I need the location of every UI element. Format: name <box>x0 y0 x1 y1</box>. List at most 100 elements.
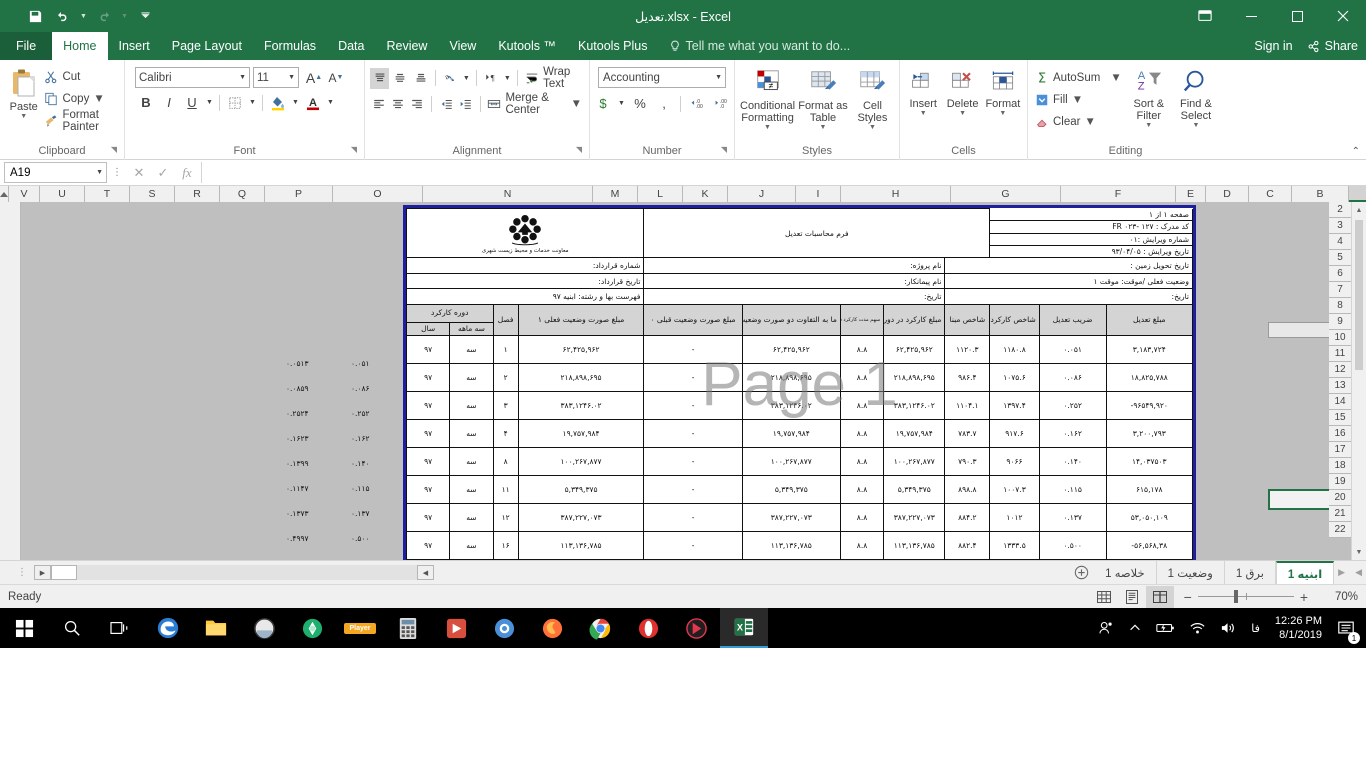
fill-dropdown-icon[interactable]: ▼ <box>1072 94 1083 106</box>
hscroll-right-arrow-icon[interactable]: ▶ <box>34 565 51 580</box>
row-header-16[interactable]: 16 <box>1329 426 1351 442</box>
zoom-percentage[interactable]: 70% <box>1318 591 1358 603</box>
column-header-o[interactable]: O <box>333 186 423 202</box>
autosum-dropdown-icon[interactable]: ▼ <box>1110 72 1121 84</box>
align-right-button[interactable] <box>408 94 426 115</box>
notifications-icon[interactable]: 1 <box>1330 608 1362 648</box>
row-header-4[interactable]: 4 <box>1329 234 1351 250</box>
alignment-dialog-launcher-icon[interactable]: ◥ <box>576 141 582 158</box>
increase-font-size-button[interactable]: A ▲ <box>303 67 325 88</box>
column-header-d[interactable]: D <box>1206 186 1249 202</box>
row-header-3[interactable]: 3 <box>1329 218 1351 234</box>
column-header-f[interactable]: F <box>1061 186 1176 202</box>
hscroll-left-arrow-icon[interactable]: ◀ <box>417 565 434 580</box>
number-format-dropdown-icon[interactable]: ▼ <box>715 74 722 81</box>
chrome-icon[interactable] <box>576 608 624 648</box>
app11-icon[interactable] <box>480 608 528 648</box>
text-direction-dropdown-icon[interactable]: ▼ <box>502 68 512 89</box>
tab-kutools-plus[interactable]: Kutools Plus <box>567 32 658 60</box>
align-bottom-button[interactable] <box>411 68 430 89</box>
sheet-nav-next-icon[interactable]: ▶ <box>1338 567 1345 578</box>
bold-button[interactable]: B <box>135 92 157 113</box>
row-header-2[interactable]: 2 <box>1329 202 1351 218</box>
row-header-17[interactable]: 17 <box>1329 442 1351 458</box>
tab-home[interactable]: Home <box>52 32 108 60</box>
column-header-k[interactable]: K <box>683 186 728 202</box>
show-hidden-icons-icon[interactable] <box>1121 608 1149 648</box>
tab-view[interactable]: View <box>438 32 487 60</box>
row-header-19[interactable]: 19 <box>1329 474 1351 490</box>
font-dialog-launcher-icon[interactable]: ◥ <box>351 141 357 158</box>
column-header-v[interactable]: V <box>9 186 40 202</box>
formula-input[interactable] <box>201 162 1366 183</box>
fill-color-button[interactable] <box>267 92 289 113</box>
row-header-20[interactable]: 20 <box>1329 490 1351 506</box>
table-row[interactable]: ۶۱۵,۱۷۸ ۰.۱۱۵ ۱۰۰۷.۳ ۸۹۸.۸ ۵,۳۴۹,۳۷۵ ۸.۸ ۵,۳۴۹… <box>405 475 1194 505</box>
language-indicator[interactable]: فا <box>1244 608 1267 648</box>
table-row[interactable]: ۵۶,۵۶۸,۳۸- ۰.۵۰۰ ۱۳۳۳.۵ ۸۸۲.۴ ۱۱۳,۱۳۶,۷۸۵ ۸.۸… <box>405 530 1194 560</box>
decrease-font-size-button[interactable]: A ▼ <box>325 67 347 88</box>
confirm-edit-icon[interactable]: ✓ <box>151 162 175 183</box>
table-row[interactable]: ۳,۱۸۳,۷۲۴ ۰.۰۵۱ ۱۱۸۰.۸ ۱۱۲۰.۳ ۶۲,۴۲۵,۹۶۲ ۸.۸ ۶… <box>405 335 1194 365</box>
sign-in-button[interactable]: Sign in <box>1254 39 1292 53</box>
merge-center-button[interactable]: Merge & Center ▼ <box>485 92 584 116</box>
column-header-c[interactable]: C <box>1249 186 1292 202</box>
row-header-18[interactable]: 18 <box>1329 458 1351 474</box>
battery-icon[interactable] <box>1149 608 1182 648</box>
insert-cells-dropdown-icon[interactable]: ▼ <box>920 110 927 118</box>
zoom-in-button[interactable]: + <box>1300 589 1308 605</box>
find-select-button[interactable]: Find & Select ▼ <box>1174 66 1218 130</box>
minimize-icon[interactable] <box>1228 0 1274 32</box>
start-icon[interactable] <box>0 608 48 648</box>
app7-icon[interactable] <box>288 608 336 648</box>
fill-button[interactable]: Fill ▼ <box>1033 89 1124 111</box>
increase-decimal-button[interactable]: .0.00 <box>686 93 708 114</box>
align-middle-button[interactable] <box>390 68 409 89</box>
borders-button[interactable] <box>224 92 246 113</box>
scroll-up-arrow-icon[interactable]: ▲ <box>1352 202 1366 218</box>
vertical-scrollbar[interactable]: ▲ ▼ <box>1351 202 1366 560</box>
sheet-tab-1[interactable]: برق 1 <box>1225 561 1276 584</box>
row-header-13[interactable]: 13 <box>1329 378 1351 394</box>
undo-icon[interactable] <box>50 4 76 28</box>
row-header-22[interactable]: 22 <box>1329 522 1351 538</box>
save-icon[interactable] <box>22 4 48 28</box>
column-header-l[interactable]: L <box>638 186 683 202</box>
font-size-dropdown-icon[interactable]: ▼ <box>288 74 295 81</box>
column-header-s[interactable]: S <box>130 186 175 202</box>
column-header-q[interactable]: Q <box>220 186 265 202</box>
clipboard-dialog-launcher-icon[interactable]: ◥ <box>111 141 117 158</box>
orientation-button[interactable]: a <box>441 68 460 89</box>
horizontal-scroll-track[interactable] <box>77 565 417 580</box>
sheet-tab-3[interactable]: خلاصه 1 <box>1094 561 1157 584</box>
firefox-icon[interactable] <box>528 608 576 648</box>
table-row[interactable]: ۵۳,۰۵۰,۱۰۹ ۰.۱۳۷ ۱۰۱۲ ۸۸۴.۲ ۳۸۷,۲۲۷,۰۷۳ ۸.۸ ۳۸… <box>405 503 1194 532</box>
conditional-formatting-dropdown-icon[interactable]: ▼ <box>764 124 771 132</box>
sheet-tab-2[interactable]: وضعیت 1 <box>1157 561 1225 584</box>
row-header-14[interactable]: 14 <box>1329 394 1351 410</box>
clear-dropdown-icon[interactable]: ▼ <box>1084 116 1095 128</box>
row-header-15[interactable]: 15 <box>1329 410 1351 426</box>
row-header-9[interactable]: 9 <box>1329 314 1351 330</box>
add-sheet-button[interactable] <box>1068 561 1094 584</box>
tab-file[interactable]: File <box>0 32 53 60</box>
collapse-ribbon-icon[interactable]: ⌃ <box>1352 146 1360 157</box>
app10-icon[interactable] <box>432 608 480 648</box>
align-top-button[interactable] <box>370 67 390 89</box>
percent-format-button[interactable]: % <box>629 93 651 114</box>
sort-filter-dropdown-icon[interactable]: ▼ <box>1145 122 1152 130</box>
font-color-button[interactable]: A <box>302 92 324 113</box>
cut-button[interactable]: Cut <box>42 66 119 88</box>
table-row[interactable]: ۱۴,۰۳۷۵۰۳ ۰.۱۴۰ ۹۰۶۶ ۷۹۰.۳ ۱۰۰,۲۶۷,۸۷۷ ۸.۸ ۱۰۰… <box>405 447 1194 477</box>
tell-me-box[interactable]: Tell me what you want to do... <box>659 32 861 60</box>
undo-dropdown-icon[interactable]: ▼ <box>78 13 89 20</box>
merge-center-dropdown-icon[interactable]: ▼ <box>571 98 582 110</box>
format-painter-button[interactable]: Format Painter <box>42 109 119 133</box>
autosum-button[interactable]: Σ AutoSum ▼ <box>1033 67 1124 89</box>
clear-button[interactable]: Clear ▼ <box>1033 111 1124 133</box>
row-header-11[interactable]: 11 <box>1329 346 1351 362</box>
app15-icon[interactable] <box>672 608 720 648</box>
currency-dropdown-icon[interactable]: ▼ <box>616 93 627 114</box>
increase-indent-button[interactable] <box>456 94 474 115</box>
cancel-edit-icon[interactable]: ✕ <box>127 162 151 183</box>
